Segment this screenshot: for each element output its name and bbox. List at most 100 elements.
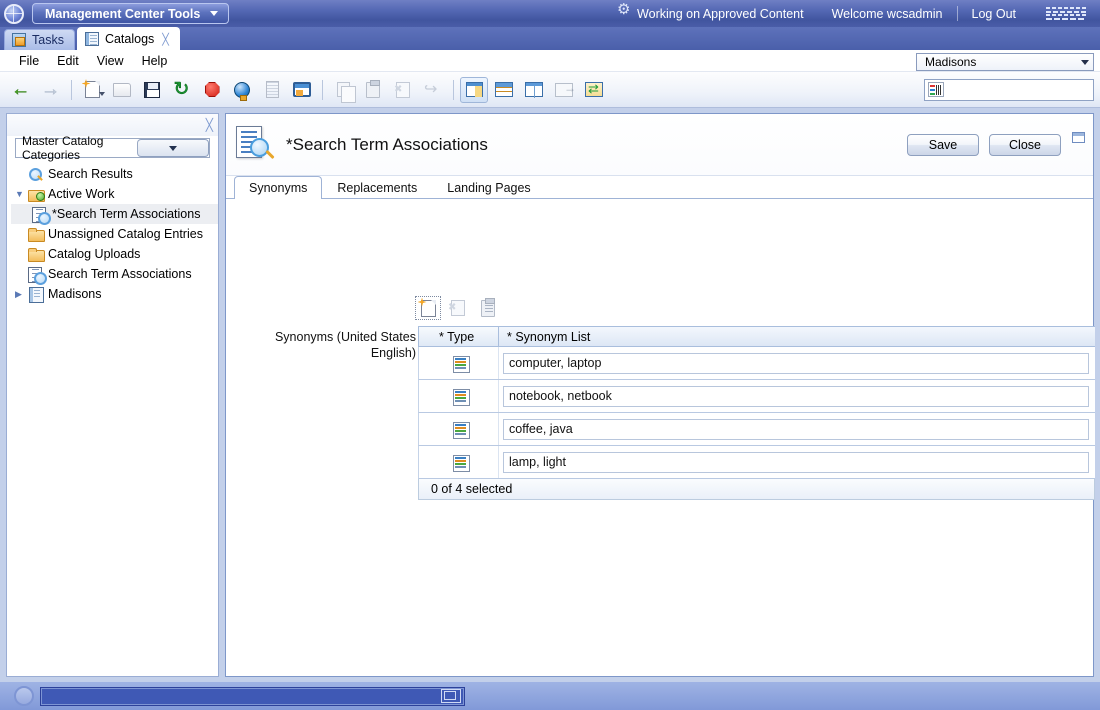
build-button[interactable]: [258, 77, 286, 103]
new-button[interactable]: [78, 77, 106, 103]
detail-actions: Save Close: [907, 134, 1061, 156]
delete-row-button[interactable]: [446, 297, 470, 319]
synonym-type-icon: [450, 355, 470, 373]
find-replace-icon: [424, 82, 442, 97]
synonyms-form: Synonyms (United States English) * Type …: [226, 199, 1095, 500]
workspace-button[interactable]: [288, 77, 316, 103]
save-button[interactable]: [138, 77, 166, 103]
close-icon[interactable]: ╳: [162, 33, 169, 46]
synonym-list-input[interactable]: [503, 451, 1089, 473]
tab-synonyms[interactable]: Synonyms: [234, 176, 323, 199]
row-type-cell[interactable]: [419, 347, 499, 379]
tab-replacements[interactable]: Replacements: [322, 177, 432, 198]
row-type-cell[interactable]: [419, 446, 499, 478]
menu-item-edit[interactable]: Edit: [48, 52, 88, 70]
tree-item-unassigned-catalog-entries[interactable]: Unassigned Catalog Entries: [11, 224, 218, 244]
window-tab-catalogs-label: Catalogs: [104, 32, 155, 46]
open-button[interactable]: [108, 77, 136, 103]
catalog-selector-value: Master Catalog Categories: [22, 134, 104, 162]
tasks-icon: [12, 33, 26, 47]
synonym-list-input[interactable]: [503, 352, 1089, 374]
logout-link[interactable]: Log Out: [958, 7, 1030, 21]
menu-item-file[interactable]: File: [10, 52, 48, 70]
synonym-list-input[interactable]: [503, 385, 1089, 407]
table-row[interactable]: [418, 413, 1095, 446]
search-results-icon: [27, 167, 44, 182]
maximize-icon[interactable]: [1072, 132, 1085, 143]
twisty-collapsed-icon[interactable]: ▶: [15, 289, 27, 300]
layout-vertical-button[interactable]: [520, 77, 548, 103]
tab-landing-pages[interactable]: Landing Pages: [432, 177, 545, 198]
tree-item-catalog-uploads[interactable]: Catalog Uploads: [11, 244, 218, 264]
row-type-cell[interactable]: [419, 413, 499, 445]
working-status-label: Working on Approved Content: [637, 6, 804, 21]
window-tab-tasks[interactable]: Tasks: [4, 29, 75, 50]
preview-button[interactable]: [228, 77, 256, 103]
tree-item-search-term-associations[interactable]: Search Term Associations: [11, 264, 218, 285]
folder-open-icon: [113, 82, 131, 97]
close-icon[interactable]: ╳: [206, 118, 213, 132]
back-button[interactable]: [7, 77, 35, 103]
copy-button[interactable]: [329, 77, 357, 103]
notebook-icon: [27, 286, 44, 303]
window-tab-catalogs[interactable]: Catalogs ╳: [76, 27, 180, 50]
forward-button[interactable]: [37, 77, 65, 103]
tab-landing-pages-label: Landing Pages: [447, 181, 531, 195]
find-button[interactable]: [419, 77, 447, 103]
row-type-cell[interactable]: [419, 380, 499, 412]
chevron-down-icon[interactable]: [99, 91, 105, 96]
column-synonym-list[interactable]: * Synonym List: [499, 327, 1095, 346]
tree-item-active-work[interactable]: ▼ Active Work: [11, 184, 218, 204]
tree-item-unassigned-catalog-entries-label: Unassigned Catalog Entries: [48, 227, 203, 241]
detail-tab-bar: Synonyms Replacements Landing Pages: [226, 176, 1093, 199]
status-progress-field[interactable]: [40, 686, 465, 706]
working-status: Working on Approved Content: [604, 2, 818, 21]
menu-item-help[interactable]: Help: [133, 52, 177, 70]
layout-detach-button[interactable]: [550, 77, 578, 103]
banner-right-group: Working on Approved Content Welcome wcsa…: [604, 2, 1100, 21]
catalog-selector-button[interactable]: [137, 139, 209, 157]
new-document-icon: [81, 79, 100, 98]
list-button[interactable]: [476, 297, 500, 319]
restore-window-icon[interactable]: [441, 689, 461, 703]
folder-green-icon: [27, 187, 45, 202]
tree-item-search-results[interactable]: Search Results: [11, 164, 218, 184]
grid-selection-status: 0 of 4 selected: [418, 479, 1095, 500]
paste-button[interactable]: [359, 77, 387, 103]
synonym-type-icon: [450, 388, 470, 406]
search-input[interactable]: [946, 80, 1100, 99]
store-selector[interactable]: Madisons: [916, 53, 1094, 71]
arrow-left-icon: [11, 82, 31, 97]
close-button[interactable]: Close: [989, 134, 1061, 156]
layout-swap-button[interactable]: [580, 77, 608, 103]
table-row[interactable]: [418, 347, 1095, 380]
toolbar-divider: [453, 79, 454, 100]
layout-explorer-button[interactable]: [460, 76, 488, 103]
synonym-list-input[interactable]: [503, 418, 1089, 440]
tree-item-madisons[interactable]: ▶ Madisons: [11, 284, 218, 304]
tab-synonyms-label: Synonyms: [249, 181, 308, 195]
synonym-type-icon: [450, 421, 470, 439]
column-type[interactable]: * Type: [419, 327, 499, 346]
ibm-logo: [1030, 7, 1094, 20]
window-tab-strip: Tasks Catalogs ╳: [0, 27, 1100, 50]
search-term-associations-icon: [234, 124, 278, 166]
tree-item-search-term-associations-active[interactable]: *Search Term Associations: [11, 204, 218, 225]
save-button[interactable]: Save: [907, 134, 979, 156]
table-row[interactable]: [418, 446, 1095, 479]
top-banner: Management Center Tools Working on Appro…: [0, 0, 1100, 27]
layout-horizontal-button[interactable]: [490, 77, 518, 103]
catalog-selector[interactable]: Master Catalog Categories: [15, 134, 210, 162]
menu-item-view[interactable]: View: [88, 52, 133, 70]
management-center-tools-menu[interactable]: Management Center Tools: [32, 3, 230, 24]
application-window: Management Center Tools Working on Appro…: [0, 0, 1100, 710]
new-row-button[interactable]: [415, 296, 441, 320]
new-row-icon: [417, 297, 436, 317]
refresh-button[interactable]: [168, 77, 196, 103]
synonym-type-icon: [450, 454, 470, 472]
delete-button[interactable]: [389, 77, 417, 103]
tree-item-catalog-uploads-label: Catalog Uploads: [48, 247, 141, 261]
stop-button[interactable]: [198, 77, 226, 103]
twisty-expanded-icon[interactable]: ▼: [15, 189, 27, 199]
table-row[interactable]: [418, 380, 1095, 413]
